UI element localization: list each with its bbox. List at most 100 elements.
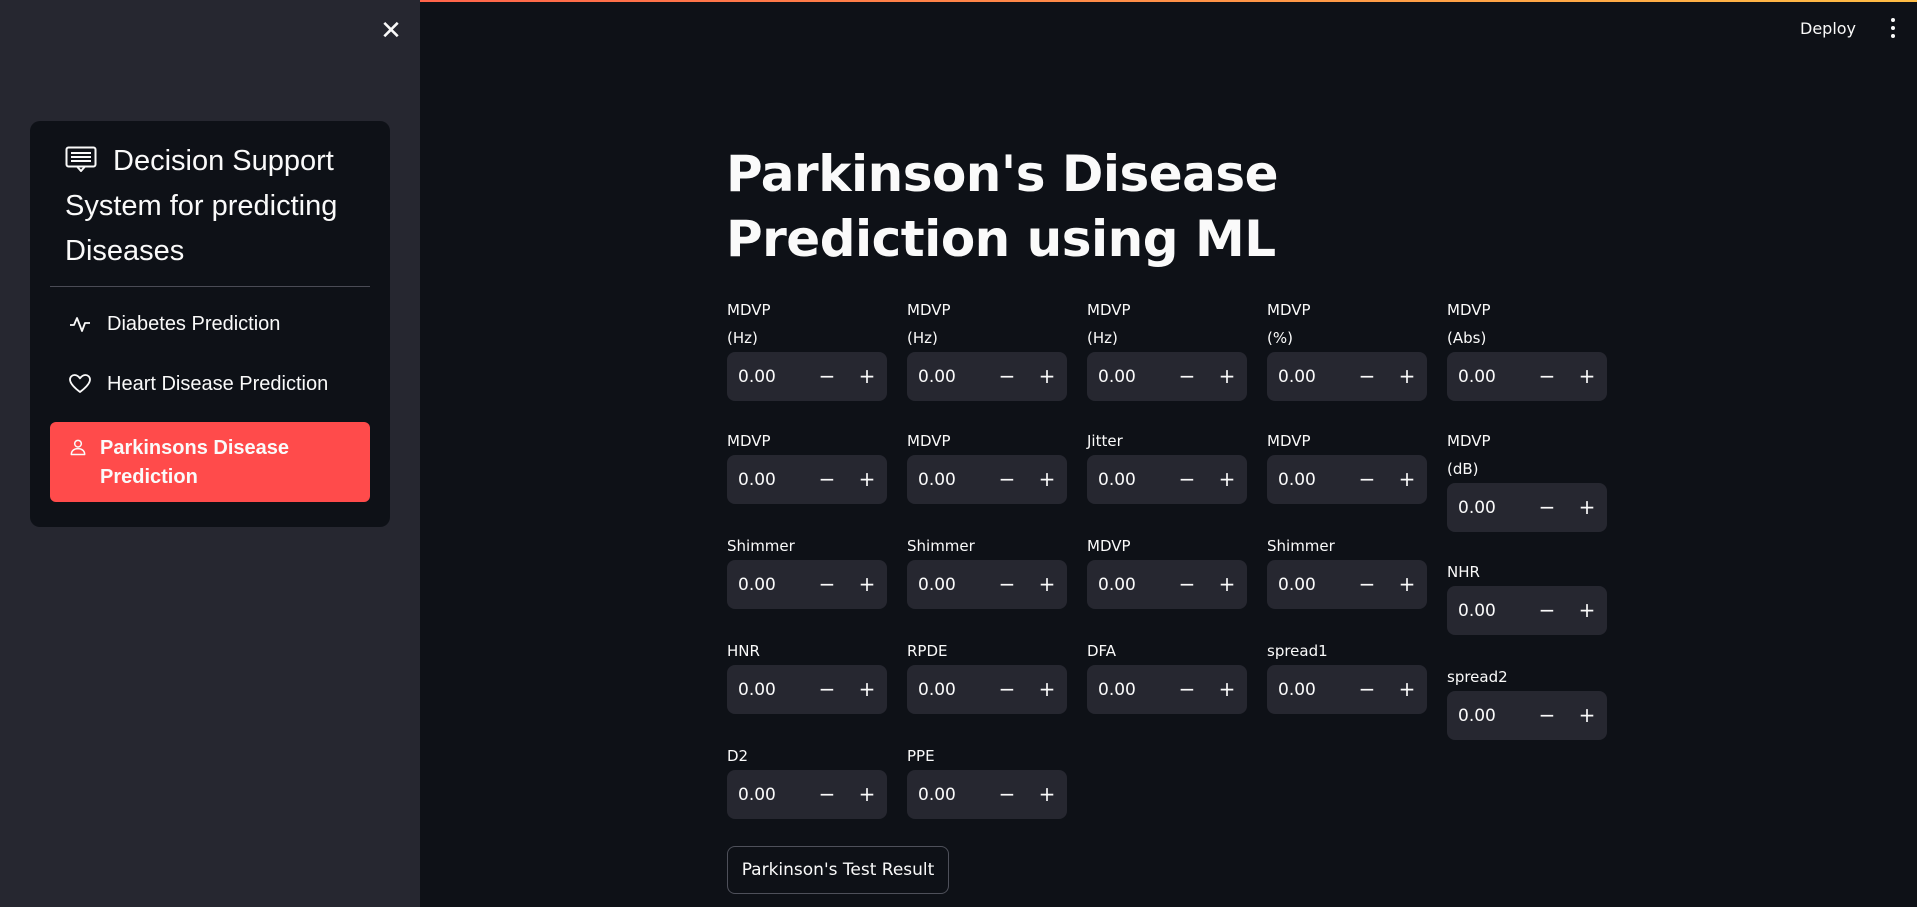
decrement-button[interactable]: − — [1167, 560, 1207, 609]
field-label: MDVP — [727, 432, 771, 450]
increment-button[interactable]: + — [847, 455, 887, 504]
decrement-button[interactable]: − — [807, 665, 847, 714]
increment-button[interactable]: + — [1387, 665, 1427, 714]
number-input-field: DFA 0.00 − + — [1087, 637, 1247, 714]
decrement-button[interactable]: − — [1527, 691, 1567, 740]
increment-button[interactable]: + — [847, 560, 887, 609]
increment-button[interactable]: + — [1567, 586, 1607, 635]
number-input-field: D2 0.00 − + — [727, 742, 887, 819]
decrement-button[interactable]: − — [987, 560, 1027, 609]
number-input-value[interactable]: 0.00 — [907, 680, 987, 700]
increment-button[interactable]: + — [1567, 691, 1607, 740]
number-input-value[interactable]: 0.00 — [1087, 680, 1167, 700]
number-input-value[interactable]: 0.00 — [1447, 367, 1527, 387]
number-input-value[interactable]: 0.00 — [907, 470, 987, 490]
increment-button[interactable]: + — [1207, 560, 1247, 609]
number-input: 0.00 − + — [727, 665, 887, 714]
decrement-button[interactable]: − — [1527, 586, 1567, 635]
number-input: 0.00 − + — [1267, 665, 1427, 714]
number-input-field: MDVP 0.00 − + — [1267, 427, 1427, 504]
decrement-button[interactable]: − — [807, 352, 847, 401]
decrement-button[interactable]: − — [1347, 665, 1387, 714]
deploy-button[interactable]: Deploy — [1800, 14, 1856, 44]
decrement-button[interactable]: − — [1527, 483, 1567, 532]
number-input-field: MDVP 0.00 − + — [727, 427, 887, 504]
number-input-value[interactable]: 0.00 — [1267, 575, 1347, 595]
increment-button[interactable]: + — [1207, 455, 1247, 504]
increment-button[interactable]: + — [1027, 352, 1067, 401]
number-input-value[interactable]: 0.00 — [1267, 367, 1347, 387]
decrement-button[interactable]: − — [807, 455, 847, 504]
decrement-button[interactable]: − — [807, 560, 847, 609]
number-input: 0.00 − + — [1447, 586, 1607, 635]
number-input-value[interactable]: 0.00 — [1267, 680, 1347, 700]
decrement-button[interactable]: − — [1347, 560, 1387, 609]
number-input: 0.00 − + — [907, 770, 1067, 819]
number-input-value[interactable]: 0.00 — [907, 367, 987, 387]
number-input-value[interactable]: 0.00 — [1447, 601, 1527, 621]
increment-button[interactable]: + — [1387, 455, 1427, 504]
number-input: 0.00 − + — [1087, 455, 1247, 504]
number-input: 0.00 − + — [907, 455, 1067, 504]
nav-item-heart-disease[interactable]: Heart Disease Prediction — [50, 361, 370, 407]
number-input-value[interactable]: 0.00 — [907, 785, 987, 805]
increment-button[interactable]: + — [1027, 560, 1067, 609]
field-label: HNR — [727, 642, 760, 660]
field-label: MDVP — [1087, 537, 1131, 555]
number-input-value[interactable]: 0.00 — [727, 575, 807, 595]
decrement-button[interactable]: − — [807, 770, 847, 819]
increment-button[interactable]: + — [1387, 560, 1427, 609]
decrement-button[interactable]: − — [987, 455, 1027, 504]
parkinsons-test-result-button[interactable]: Parkinson's Test Result — [727, 846, 949, 894]
field-label: Jitter — [1087, 432, 1123, 450]
decrement-button[interactable]: − — [1347, 352, 1387, 401]
number-input-value[interactable]: 0.00 — [727, 367, 807, 387]
decrement-button[interactable]: − — [1167, 665, 1207, 714]
list-card-icon — [65, 146, 97, 172]
close-sidebar-icon[interactable]: ✕ — [376, 16, 406, 46]
number-input-field: Shimmer 0.00 − + — [727, 532, 887, 609]
field-label: MDVP (dB) — [1447, 432, 1491, 478]
number-input-field: MDVP (dB) 0.00 − + — [1447, 427, 1607, 532]
number-input-value[interactable]: 0.00 — [1087, 470, 1167, 490]
decrement-button[interactable]: − — [1167, 455, 1207, 504]
number-input-value[interactable]: 0.00 — [727, 680, 807, 700]
main-menu-icon[interactable] — [1883, 14, 1903, 44]
increment-button[interactable]: + — [847, 665, 887, 714]
activity-icon — [70, 317, 90, 332]
increment-button[interactable]: + — [1567, 352, 1607, 401]
increment-button[interactable]: + — [1207, 352, 1247, 401]
increment-button[interactable]: + — [847, 352, 887, 401]
number-input-value[interactable]: 0.00 — [1447, 498, 1527, 518]
nav-item-parkinsons[interactable]: Parkinsons Disease Prediction — [50, 422, 370, 502]
increment-button[interactable]: + — [847, 770, 887, 819]
increment-button[interactable]: + — [1027, 665, 1067, 714]
number-input-field: NHR 0.00 − + — [1447, 558, 1607, 635]
field-label: MDVP (Abs) — [1447, 301, 1491, 347]
number-input: 0.00 − + — [727, 560, 887, 609]
number-input-value[interactable]: 0.00 — [727, 470, 807, 490]
decrement-button[interactable]: − — [1347, 455, 1387, 504]
increment-button[interactable]: + — [1567, 483, 1607, 532]
number-input-value[interactable]: 0.00 — [1087, 367, 1167, 387]
decrement-button[interactable]: − — [987, 770, 1027, 819]
field-label: MDVP — [1267, 432, 1311, 450]
increment-button[interactable]: + — [1027, 770, 1067, 819]
increment-button[interactable]: + — [1207, 665, 1247, 714]
number-input-field: MDVP (Hz) 0.00 − + — [727, 296, 887, 401]
increment-button[interactable]: + — [1027, 455, 1067, 504]
number-input-value[interactable]: 0.00 — [1087, 575, 1167, 595]
number-input-value[interactable]: 0.00 — [1447, 706, 1527, 726]
number-input-value[interactable]: 0.00 — [727, 785, 807, 805]
number-input: 0.00 − + — [907, 352, 1067, 401]
number-input-field: MDVP 0.00 − + — [1087, 532, 1247, 609]
number-input-value[interactable]: 0.00 — [907, 575, 987, 595]
increment-button[interactable]: + — [1387, 352, 1427, 401]
nav-item-diabetes[interactable]: Diabetes Prediction — [50, 301, 370, 347]
decrement-button[interactable]: − — [987, 665, 1027, 714]
decrement-button[interactable]: − — [1527, 352, 1567, 401]
decrement-button[interactable]: − — [987, 352, 1027, 401]
number-input-value[interactable]: 0.00 — [1267, 470, 1347, 490]
nav-item-label: Parkinsons Disease Prediction — [100, 437, 289, 488]
decrement-button[interactable]: − — [1167, 352, 1207, 401]
